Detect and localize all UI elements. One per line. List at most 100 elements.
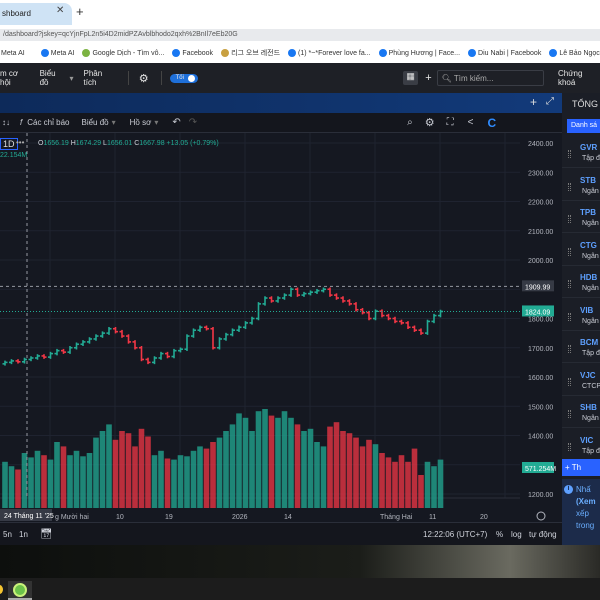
bookmark[interactable]: 리그 오브 레전드 (221, 48, 280, 58)
more-icon[interactable]: ••• (16, 138, 24, 147)
watchlist-symbol: GVR (580, 143, 598, 152)
bookmark[interactable]: Google Dịch - Tìm vô... (82, 49, 164, 57)
percent-toggle[interactable]: % (496, 530, 503, 539)
app-icon[interactable] (0, 585, 3, 594)
zoom-search-icon[interactable]: ⌕ (407, 117, 413, 128)
bookmark[interactable]: Lê Bảo Ngọc | Face (549, 49, 600, 57)
bookmark-label: Meta AI (1, 49, 25, 57)
redo-icon[interactable]: ↷ (189, 117, 197, 128)
volume-bar (223, 431, 229, 508)
watchlist-symbol: VIC (580, 435, 594, 445)
watchlist-item[interactable]: VIB Ngân (562, 301, 600, 331)
function-icon: f (20, 118, 23, 127)
bookmark[interactable]: (1) *~*Forever love fa... (288, 49, 371, 57)
ohlc-bar (191, 328, 196, 338)
add-icon[interactable]: + (530, 95, 537, 109)
volume-bar (333, 422, 340, 508)
securities-label[interactable]: Chứng khoá (558, 69, 600, 87)
ohlc-bar (165, 351, 170, 359)
volume-bar (392, 461, 398, 508)
watchlist-item[interactable]: GVR Tập đ (562, 138, 600, 168)
ohlc-bar (230, 328, 235, 337)
url-input[interactable]: /dashboard?jskey=qcYjnFpL2n5i4D2midPZAvb… (0, 29, 600, 41)
add-symbol-button[interactable]: + Th (562, 459, 600, 476)
volume-bar (2, 461, 8, 508)
watchlist-item[interactable]: STB Ngân (562, 171, 600, 201)
watchlist-item[interactable]: VIC Tập đ (562, 431, 600, 461)
watchlist-item[interactable]: TPB Ngân (562, 203, 600, 233)
watchlist-tab[interactable]: Danh sá (567, 119, 600, 133)
interval-label[interactable]: 1D (0, 138, 18, 150)
drag-handle-icon[interactable] (568, 312, 571, 321)
drag-handle-icon[interactable] (568, 182, 571, 191)
profile-button[interactable]: Hồ sơ (130, 118, 152, 127)
date-range-icon[interactable]: 📅︎ (40, 529, 53, 540)
drag-handle-icon[interactable] (568, 410, 571, 418)
chart-type-button[interactable]: Biểu đồ (81, 118, 108, 127)
ohlc-bar (9, 359, 14, 365)
new-tab-icon[interactable]: + (76, 4, 84, 19)
undo-icon[interactable]: ↶ (172, 117, 180, 128)
volume-bar (41, 455, 47, 508)
drag-handle-icon[interactable] (568, 377, 571, 386)
volume-bar (210, 442, 216, 508)
gear-icon[interactable]: ⚙ (139, 72, 149, 85)
x-tick-label: Tháng Hai (380, 514, 413, 521)
settings-icon[interactable]: ⚙ (425, 116, 435, 129)
volume-bar (99, 431, 106, 508)
share-icon[interactable]: < (468, 117, 474, 128)
grid-icon[interactable]: ▦ (402, 71, 419, 85)
add-icon[interactable]: + (425, 72, 431, 84)
drag-handle-icon[interactable] (568, 280, 571, 288)
ohlc-bar (204, 325, 209, 331)
price-chart[interactable]: 2400.00 2300.00 2200.00 2100.00 2000.00 1800.… (0, 133, 562, 522)
info-note-line[interactable]: (Xem (576, 497, 596, 506)
x-tick-label: g Mười hai (55, 514, 89, 521)
volume-bar (15, 469, 21, 508)
bookmark[interactable]: Phùng Hương | Face... (378, 49, 460, 57)
ohlc-bar (308, 290, 313, 296)
bookmark[interactable]: Facebook (172, 49, 213, 57)
search-input[interactable]: 🔍︎ Tìm kiếm... (436, 70, 544, 86)
watchlist-item[interactable]: VJC CTCP (562, 366, 600, 396)
x-tick-label: 14 (284, 514, 292, 521)
bookmark-icon (172, 49, 181, 57)
theme-toggle-label: Tối (175, 75, 184, 81)
range-5d[interactable]: 5n (3, 530, 12, 539)
nav-opportunities[interactable]: m cơ hội (0, 69, 30, 87)
auto-toggle[interactable]: tự động (529, 530, 557, 539)
watchlist-item[interactable]: SHB Ngân (562, 398, 600, 428)
watchlist-description: CTCP (582, 382, 600, 390)
clock-time[interactable]: 12:22:06 (UTC+7) (423, 530, 487, 539)
watchlist-symbol: TPB (580, 208, 596, 217)
log-toggle[interactable]: log (511, 530, 522, 539)
volume-bar (262, 409, 268, 508)
toggle-knob (187, 74, 195, 82)
drag-handle-icon[interactable] (568, 150, 571, 158)
watchlist-description: Tập đ (582, 447, 600, 455)
bookmark[interactable]: Diu Nabi | Facebook (468, 49, 541, 57)
bookmark[interactable]: Meta AI (40, 49, 74, 57)
expand-icon[interactable]: ⤢ (546, 96, 554, 107)
watchlist-item[interactable]: BCM Tập đ (562, 333, 600, 363)
drag-handle-icon[interactable] (568, 247, 571, 256)
compare-icon[interactable]: ↕↓ (2, 118, 10, 127)
theme-toggle[interactable]: Tối (169, 73, 198, 83)
indicators-button[interactable]: Các chỉ báo (27, 118, 69, 127)
volume-bar (47, 459, 54, 508)
range-1d[interactable]: 1n (19, 530, 28, 539)
drag-handle-icon[interactable] (568, 215, 571, 223)
tab-title: shboard (2, 9, 31, 18)
drag-handle-icon[interactable] (568, 345, 571, 353)
watchlist-item[interactable]: CTG Ngân (562, 236, 600, 266)
app-icon[interactable] (13, 583, 27, 597)
close-tab-icon[interactable]: ✕ (56, 5, 64, 16)
nav-charts[interactable]: Biểu đồ (40, 69, 66, 87)
fullscreen-icon[interactable]: ⛶ (447, 117, 454, 128)
bookmark[interactable]: Meta AI (1, 50, 25, 57)
nav-analysis[interactable]: Phân tích (84, 69, 116, 87)
volume-bar (359, 446, 366, 508)
watchlist-item[interactable]: HDB Ngân (562, 268, 600, 298)
chart-canvas[interactable]: 2400.00 2300.00 2200.00 2100.00 2000.00 1800.… (0, 133, 562, 522)
drag-handle-icon[interactable] (568, 442, 571, 451)
